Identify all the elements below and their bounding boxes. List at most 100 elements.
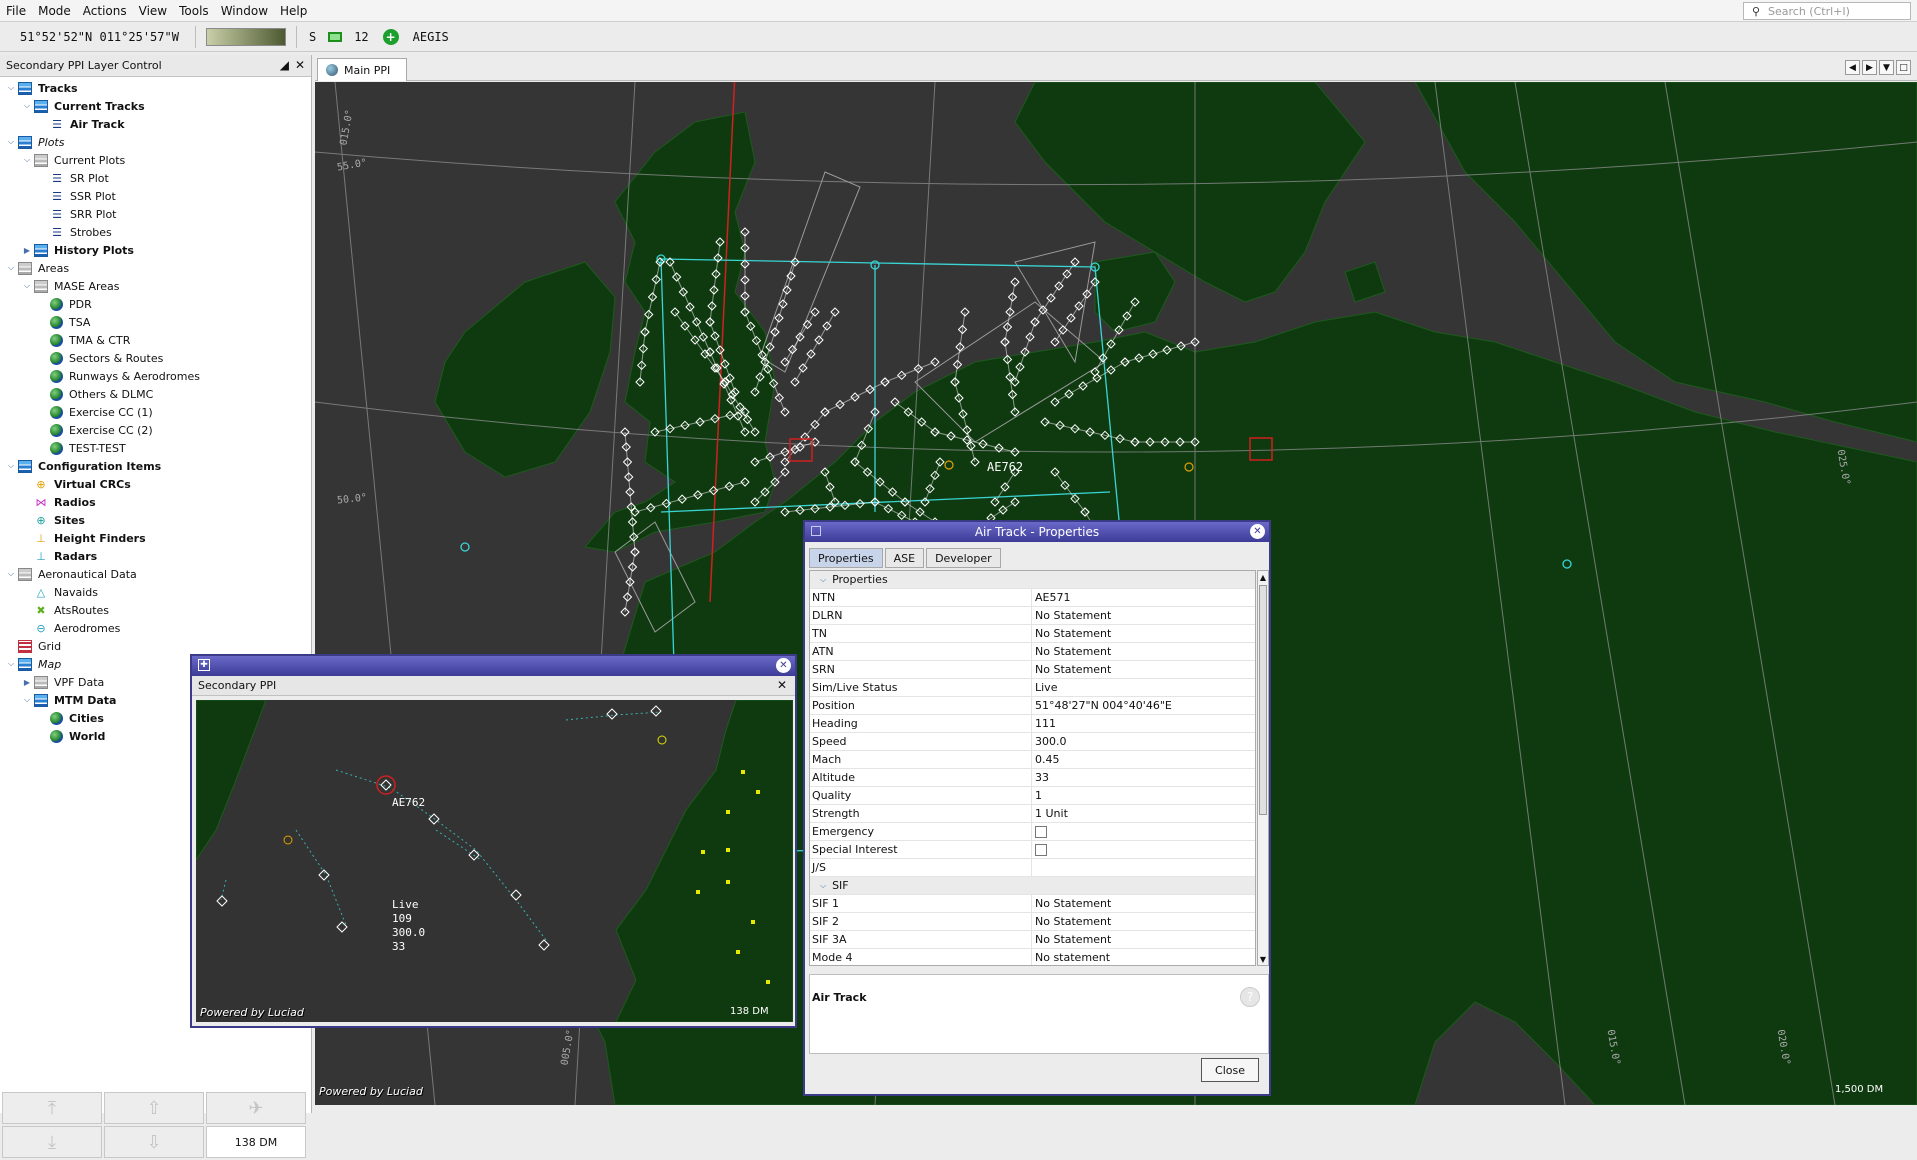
secondary-map-canvas[interactable] <box>196 700 793 1022</box>
table-section-header[interactable]: ⌵ Properties <box>810 571 1255 589</box>
move-top-button[interactable]: ⤒ <box>2 1092 102 1124</box>
table-section-header[interactable]: ⌵ SIF <box>810 877 1255 895</box>
minimize-icon[interactable]: ◢ <box>280 58 289 72</box>
tree-node-exercise-cc-2[interactable]: Exercise CC (2) <box>0 421 311 439</box>
expanded-icon[interactable]: ⌵ <box>22 101 32 111</box>
property-value: 300.0 <box>1035 735 1067 748</box>
dialog-menu-icon[interactable] <box>811 526 821 536</box>
menu-tools[interactable]: Tools <box>173 4 215 18</box>
scroll-down-icon[interactable]: ▼ <box>1258 953 1268 965</box>
collapsed-icon[interactable]: ▶ <box>22 246 32 255</box>
table-row: Altitude 33 <box>810 769 1255 787</box>
tree-node-grid[interactable]: Grid <box>0 637 311 655</box>
tree-node-label: Exercise CC (1) <box>69 405 153 419</box>
tab-properties[interactable]: Properties <box>809 548 883 568</box>
menu-mode[interactable]: Mode <box>32 4 77 18</box>
tree-node-radars[interactable]: ⊥ Radars <box>0 547 311 565</box>
tree-node-virtual-crcs[interactable]: ⊕ Virtual CRCs <box>0 475 311 493</box>
tree-node-mase-areas[interactable]: ⌵ MASE Areas <box>0 277 311 295</box>
expanded-icon[interactable]: ⌵ <box>22 695 32 705</box>
expanded-icon[interactable]: ⌵ <box>6 137 16 147</box>
expanded-icon[interactable]: ⌵ <box>6 83 16 93</box>
tree-node-aeronautical-data[interactable]: ⌵ Aeronautical Data <box>0 565 311 583</box>
expanded-icon[interactable]: ⌵ <box>6 659 16 669</box>
tab-ase[interactable]: ASE <box>884 548 925 568</box>
tab-developer[interactable]: Developer <box>926 548 1001 568</box>
properties-scrollbar[interactable]: ▲ ▼ <box>1257 570 1269 966</box>
move-up-button[interactable]: ⇧ <box>104 1092 204 1124</box>
tree-node-sectors-routes[interactable]: Sectors & Routes <box>0 349 311 367</box>
help-icon[interactable]: ? <box>1240 987 1260 1007</box>
close-icon[interactable]: ✕ <box>295 58 305 72</box>
menu-actions[interactable]: Actions <box>77 4 133 18</box>
menu-help[interactable]: Help <box>274 4 313 18</box>
tree-node-atsroutes[interactable]: ✖ AtsRoutes <box>0 601 311 619</box>
track-label-ae762[interactable]: AE762 <box>987 460 1023 474</box>
expanded-icon[interactable]: ⌵ <box>22 281 32 291</box>
add-icon[interactable]: + <box>382 28 399 45</box>
tree-node-areas[interactable]: ⌵ Areas <box>0 259 311 277</box>
close-icon[interactable]: ✕ <box>776 658 791 673</box>
expanded-icon[interactable]: ⌵ <box>6 569 16 579</box>
tab-list-icon[interactable]: ▼ <box>1879 60 1894 75</box>
tree-node-navaids[interactable]: △ Navaids <box>0 583 311 601</box>
monitor-icon[interactable] <box>328 31 343 42</box>
tree-node-current-plots[interactable]: ⌵ Current Plots <box>0 151 311 169</box>
move-down-button[interactable]: ⇩ <box>104 1126 204 1158</box>
property-value: 1 Unit <box>1035 807 1068 820</box>
collapsed-icon[interactable]: ▶ <box>22 678 32 687</box>
move-bottom-button[interactable]: ⤓ <box>2 1126 102 1158</box>
tree-node-exercise-cc-1[interactable]: Exercise CC (1) <box>0 403 311 421</box>
scroll-left-icon[interactable]: ◀ <box>1845 60 1860 75</box>
tree-node-srr-plot[interactable]: ☰ SRR Plot <box>0 205 311 223</box>
special-interest-checkbox[interactable] <box>1035 843 1047 856</box>
expanded-icon[interactable]: ⌵ <box>6 263 16 273</box>
tree-node-air-track[interactable]: ☰ Air Track <box>0 115 311 133</box>
expanded-icon[interactable]: ⌵ <box>22 155 32 165</box>
tree-node-others-dlmc[interactable]: Others & DLMC <box>0 385 311 403</box>
tree-node-runways-aerodromes[interactable]: Runways & Aerodromes <box>0 367 311 385</box>
secondary-ppi-tab[interactable]: Secondary PPI ✕ <box>192 676 795 696</box>
secondary-ppi-map[interactable]: AE762 Live 109 300.0 33 138 DM Powered b… <box>196 700 793 1022</box>
scroll-right-icon[interactable]: ▶ <box>1862 60 1877 75</box>
fit-layer-button[interactable]: ✈ <box>206 1092 306 1124</box>
move-icon[interactable]: ✚ <box>198 659 210 671</box>
tree-node-tsa[interactable]: TSA <box>0 313 311 331</box>
tree-node-ssr-plot[interactable]: ☰ SSR Plot <box>0 187 311 205</box>
tree-node-pdr[interactable]: PDR <box>0 295 311 313</box>
expanded-icon[interactable]: ⌵ <box>820 881 826 891</box>
dialog-title-bar[interactable]: Air Track - Properties ✕ <box>805 522 1269 542</box>
secondary-track-label[interactable]: AE762 <box>392 796 425 809</box>
scrollbar-thumb[interactable] <box>1259 585 1267 815</box>
tree-node-radios[interactable]: ⋈ Radios <box>0 493 311 511</box>
tree-node-configuration-items[interactable]: ⌵ Configuration Items <box>0 457 311 475</box>
close-icon[interactable]: ✕ <box>1250 524 1265 539</box>
tree-node-sr-plot[interactable]: ☰ SR Plot <box>0 169 311 187</box>
tree-node-plots[interactable]: ⌵ Plots <box>0 133 311 151</box>
tree-node-height-finders[interactable]: ⊥ Height Finders <box>0 529 311 547</box>
tree-node-label: Current Plots <box>54 153 126 167</box>
expanded-icon[interactable]: ⌵ <box>820 575 826 585</box>
expanded-icon[interactable]: ⌵ <box>6 461 16 471</box>
tree-node-current-tracks[interactable]: ⌵ Current Tracks <box>0 97 311 115</box>
tree-node-aerodromes[interactable]: ⊖ Aerodromes <box>0 619 311 637</box>
secondary-ppi-title-bar[interactable]: ✚ ✕ <box>192 656 795 676</box>
tree-node-tma-ctr[interactable]: TMA & CTR <box>0 331 311 349</box>
search-placeholder[interactable]: Search (Ctrl+I) <box>1768 5 1850 18</box>
tree-node-sites[interactable]: ⊕ Sites <box>0 511 311 529</box>
property-value: 0.45 <box>1035 753 1060 766</box>
scroll-up-icon[interactable]: ▲ <box>1258 571 1268 583</box>
tree-node-test-test[interactable]: TEST-TEST <box>0 439 311 457</box>
menu-view[interactable]: View <box>133 4 173 18</box>
emergency-checkbox[interactable] <box>1035 825 1047 838</box>
close-tab-icon[interactable]: ✕ <box>777 678 787 692</box>
tree-node-tracks[interactable]: ⌵ Tracks <box>0 79 311 97</box>
menu-window[interactable]: Window <box>215 4 274 18</box>
tree-node-history-plots[interactable]: ▶ History Plots <box>0 241 311 259</box>
search-box[interactable]: ⚲ Search (Ctrl+I) <box>1743 2 1911 20</box>
close-button[interactable]: Close <box>1201 1058 1259 1082</box>
tab-main-ppi[interactable]: Main PPI <box>317 58 407 81</box>
tree-node-strobes[interactable]: ☰ Strobes <box>0 223 311 241</box>
menu-file[interactable]: File <box>0 4 32 18</box>
maximize-icon[interactable]: □ <box>1896 60 1911 75</box>
